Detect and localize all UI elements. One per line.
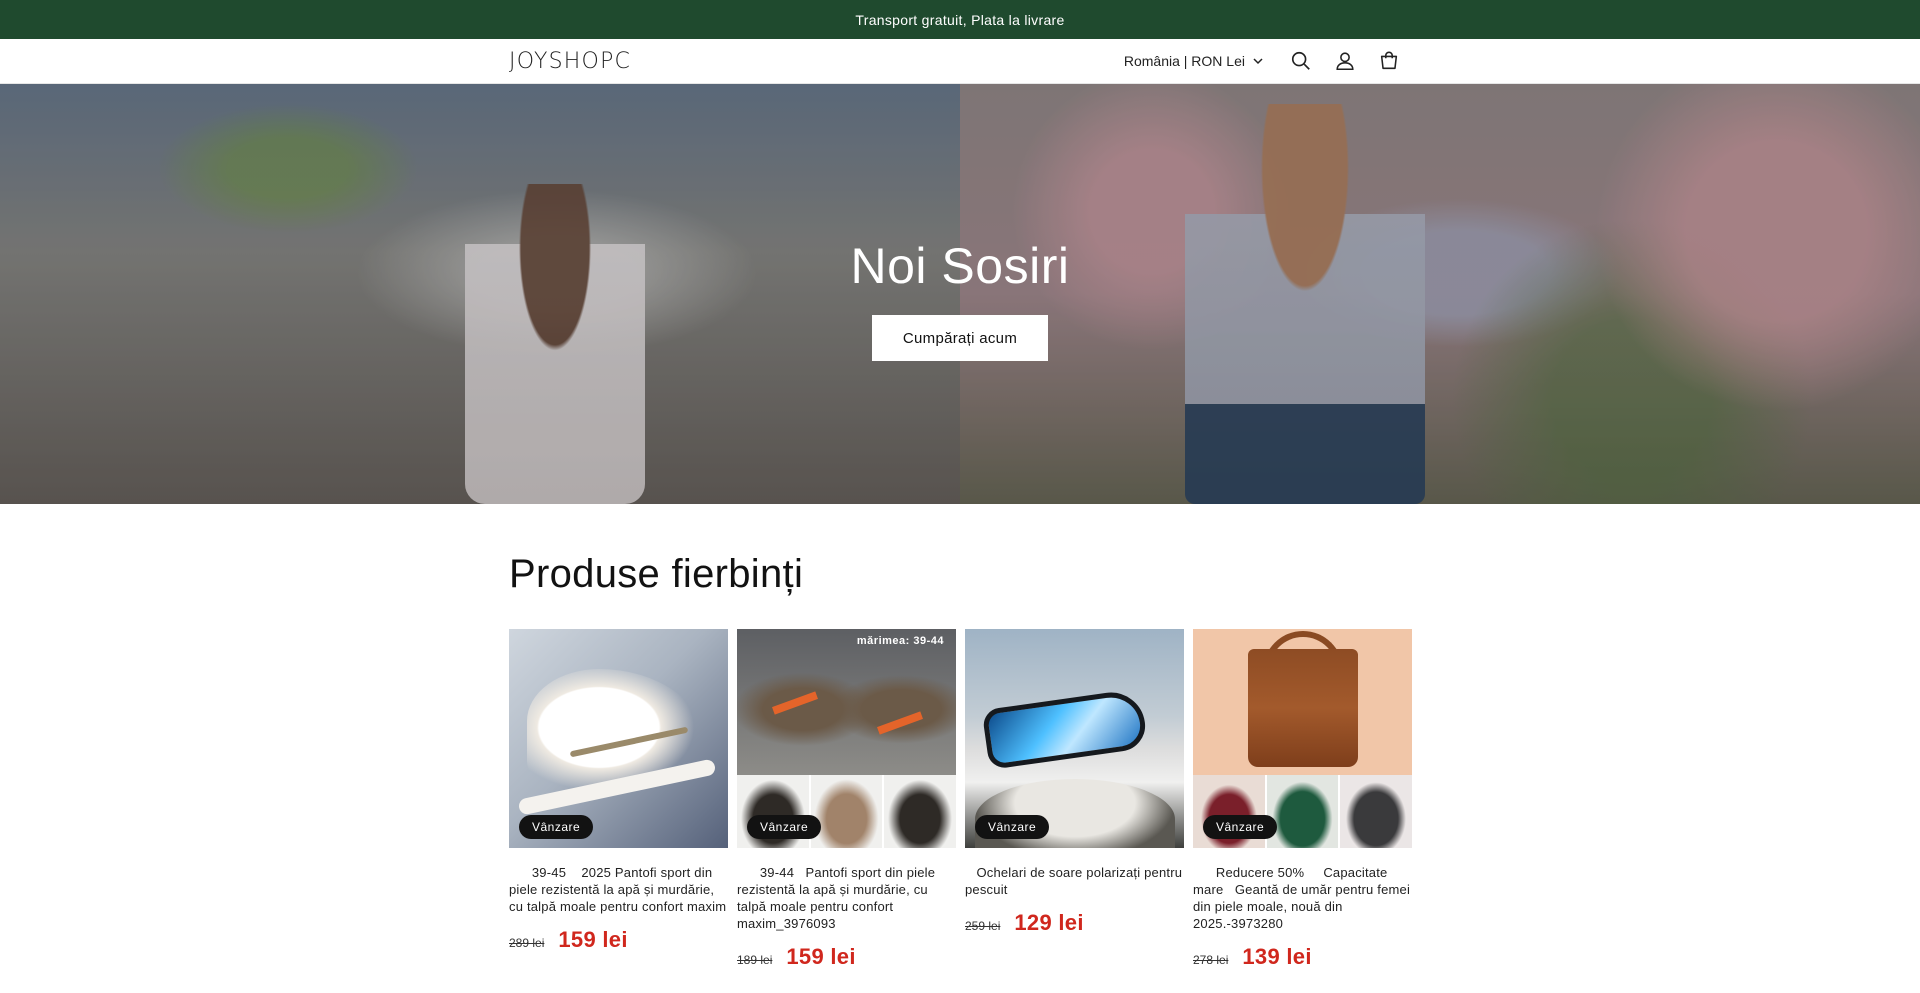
site-header: JOYSHOPC România | RON Lei <box>0 39 1920 84</box>
product-card[interactable]: Vânzare 39-45 2025 Pantofi sport din pie… <box>509 629 728 970</box>
product-image[interactable]: Vânzare <box>965 629 1184 848</box>
shop-now-button[interactable]: Cumpărați acum <box>872 315 1048 361</box>
hero-title: Noi Sosiri <box>850 238 1070 294</box>
price-sale: 159 lei <box>786 944 856 969</box>
product-card[interactable]: mărimea: 39-44 Vânzare 39-44 Pantofi spo… <box>737 629 956 970</box>
search-icon <box>1291 51 1310 70</box>
sale-badge: Vânzare <box>519 815 594 839</box>
price-sale: 129 lei <box>1014 910 1084 935</box>
product-card[interactable]: Vânzare Ochelari de soare polarizați pen… <box>965 629 1184 970</box>
section-title: Produse fierbinți <box>509 552 804 596</box>
locale-label: România | RON Lei <box>1123 53 1245 69</box>
product-image[interactable]: mărimea: 39-44 Vânzare <box>737 629 956 848</box>
price-sale: 139 lei <box>1242 944 1312 969</box>
locale-selector[interactable]: România | RON Lei <box>1118 47 1269 75</box>
announcement-bar: Transport gratuit, Plata la livrare <box>0 0 1920 39</box>
sale-badge: Vânzare <box>1203 815 1278 839</box>
account-icon <box>1336 52 1354 71</box>
product-image[interactable]: Vânzare <box>509 629 728 848</box>
search-button[interactable] <box>1279 39 1323 83</box>
announcement-text: Transport gratuit, Plata la livrare <box>855 11 1065 28</box>
chevron-down-icon <box>1253 57 1263 64</box>
price-sale: 159 lei <box>558 927 628 952</box>
hot-products-section: Produse fierbinți Vânzare 39-45 2025 Pan… <box>509 504 1412 970</box>
product-title[interactable]: 39-44 Pantofi sport din piele rezistentă… <box>737 864 956 932</box>
store-logo[interactable]: JOYSHOPC <box>509 49 631 74</box>
sale-badge: Vânzare <box>747 815 822 839</box>
product-title[interactable]: 39-45 2025 Pantofi sport din piele rezis… <box>509 864 728 915</box>
product-title[interactable]: Ochelari de soare polarizați pentru pesc… <box>965 864 1184 898</box>
sale-badge: Vânzare <box>975 815 1050 839</box>
price-regular: 259 lei <box>965 919 1001 933</box>
price-regular: 278 lei <box>1193 953 1229 967</box>
cart-button[interactable] <box>1367 39 1411 83</box>
account-button[interactable] <box>1323 39 1367 83</box>
product-image[interactable]: Vânzare <box>1193 629 1412 848</box>
hero-banner: Noi Sosiri Cumpărați acum <box>0 84 1920 504</box>
product-card[interactable]: Vânzare Reducere 50% Capacitate mare Gea… <box>1193 629 1412 970</box>
image-size-label: mărimea: 39-44 <box>856 635 944 647</box>
price-regular: 289 lei <box>509 936 545 950</box>
cart-icon <box>1380 51 1398 70</box>
price-regular: 189 lei <box>737 953 773 967</box>
product-title[interactable]: Reducere 50% Capacitate mare Geantă de u… <box>1193 864 1412 932</box>
product-grid: Vânzare 39-45 2025 Pantofi sport din pie… <box>509 629 1412 970</box>
